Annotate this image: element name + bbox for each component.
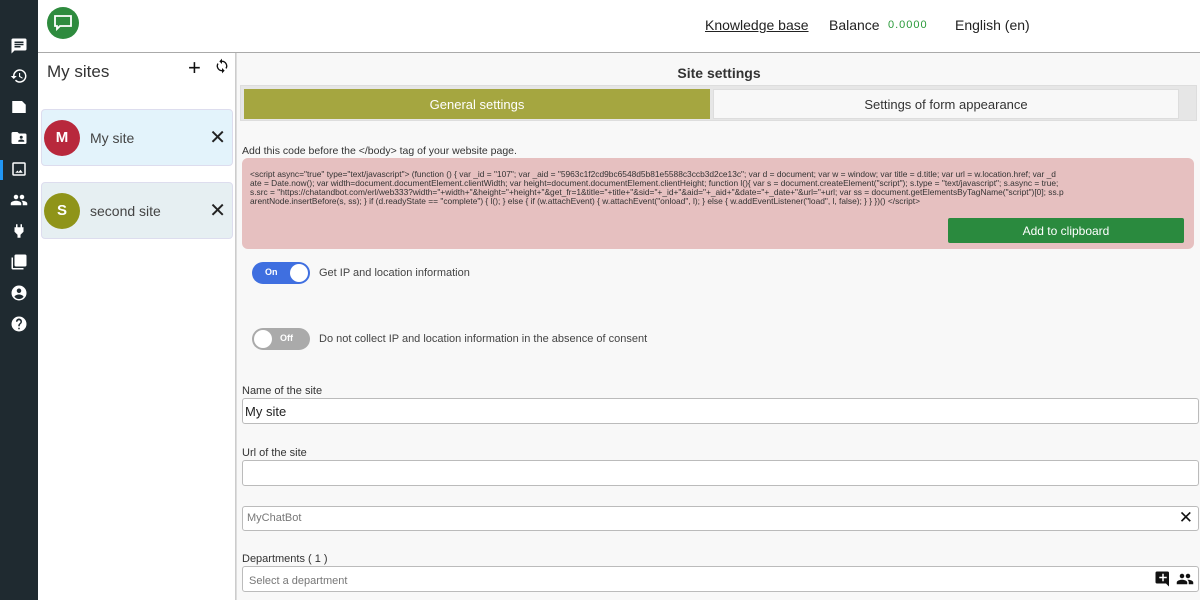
site-url-input[interactable] (242, 460, 1199, 486)
chat-icon[interactable] (10, 37, 28, 55)
ip-location-toggle[interactable]: On (252, 262, 310, 284)
site-name-input[interactable]: My site (242, 398, 1199, 424)
add-to-clipboard-button[interactable]: Add to clipboard (948, 218, 1184, 243)
site-avatar: M (44, 119, 80, 156)
tab-bar: General settings Settings of form appear… (240, 85, 1197, 121)
top-header: Knowledge base Balance 0.0000 English (e… (38, 0, 1200, 53)
users-icon[interactable] (10, 191, 28, 209)
language-selector[interactable]: English (en) (955, 17, 1030, 33)
toggle-state: Off (280, 333, 293, 343)
site-name: second site (90, 202, 161, 219)
code-hint: Add this code before the </body> tag of … (242, 145, 517, 157)
balance-value: 0.0000 (888, 19, 928, 31)
add-department-icon[interactable] (1154, 570, 1172, 591)
sites-panel: My sites + M My site ✕ S second site ✕ (38, 53, 236, 600)
ip-location-label: Get IP and location information (319, 267, 470, 279)
help-icon[interactable] (10, 315, 28, 333)
consent-toggle[interactable]: Off (252, 328, 310, 350)
note-icon[interactable] (10, 98, 28, 116)
users-icon[interactable] (1176, 570, 1194, 591)
toggle-state: On (265, 267, 278, 277)
bot-name-input[interactable]: MyChatBot ✕ (242, 506, 1199, 531)
delete-site-icon[interactable]: ✕ (209, 125, 226, 150)
departments-label: Departments ( 1 ) (242, 553, 328, 565)
site-avatar: S (44, 192, 80, 229)
clear-icon[interactable]: ✕ (1179, 508, 1193, 528)
add-site-button[interactable]: + (188, 55, 201, 81)
site-url-label: Url of the site (242, 447, 307, 459)
code-line: arentNode.insertBefore(s, ss); } if (d.r… (250, 196, 921, 207)
consent-label: Do not collect IP and location informati… (319, 333, 648, 345)
site-name: My site (90, 129, 135, 146)
image-icon[interactable] (10, 160, 28, 178)
active-indicator (0, 160, 3, 180)
embed-code-box: <script async="true" type="text/javascri… (242, 158, 1194, 249)
tab-form-appearance[interactable]: Settings of form appearance (713, 89, 1179, 119)
account-icon[interactable] (10, 284, 28, 302)
pdf-icon[interactable] (10, 253, 28, 271)
department-select[interactable]: Select a department (242, 566, 1199, 592)
site-settings-panel: Site settings General settings Settings … (236, 53, 1200, 600)
nav-rail (0, 0, 38, 600)
balance-label: Balance (829, 17, 880, 33)
site-item-second-site[interactable]: S second site ✕ (41, 182, 233, 239)
tab-general-settings[interactable]: General settings (244, 89, 710, 119)
site-name-label: Name of the site (242, 385, 323, 397)
page-title: Site settings (677, 65, 761, 81)
logo-chat-icon (47, 7, 79, 39)
delete-site-icon[interactable]: ✕ (209, 198, 226, 223)
department-placeholder: Select a department (249, 575, 348, 587)
knowledge-base-link[interactable]: Knowledge base (705, 17, 809, 33)
refresh-icon[interactable] (214, 57, 230, 80)
site-item-my-site[interactable]: M My site ✕ (41, 109, 233, 166)
bot-name-placeholder: MyChatBot (247, 512, 302, 524)
embed-code[interactable]: <script async="true" type="text/javascri… (250, 170, 1190, 206)
plug-icon[interactable] (10, 222, 28, 240)
sites-title: My sites (47, 62, 110, 81)
folder-user-icon[interactable] (10, 129, 28, 147)
history-icon[interactable] (10, 67, 28, 85)
